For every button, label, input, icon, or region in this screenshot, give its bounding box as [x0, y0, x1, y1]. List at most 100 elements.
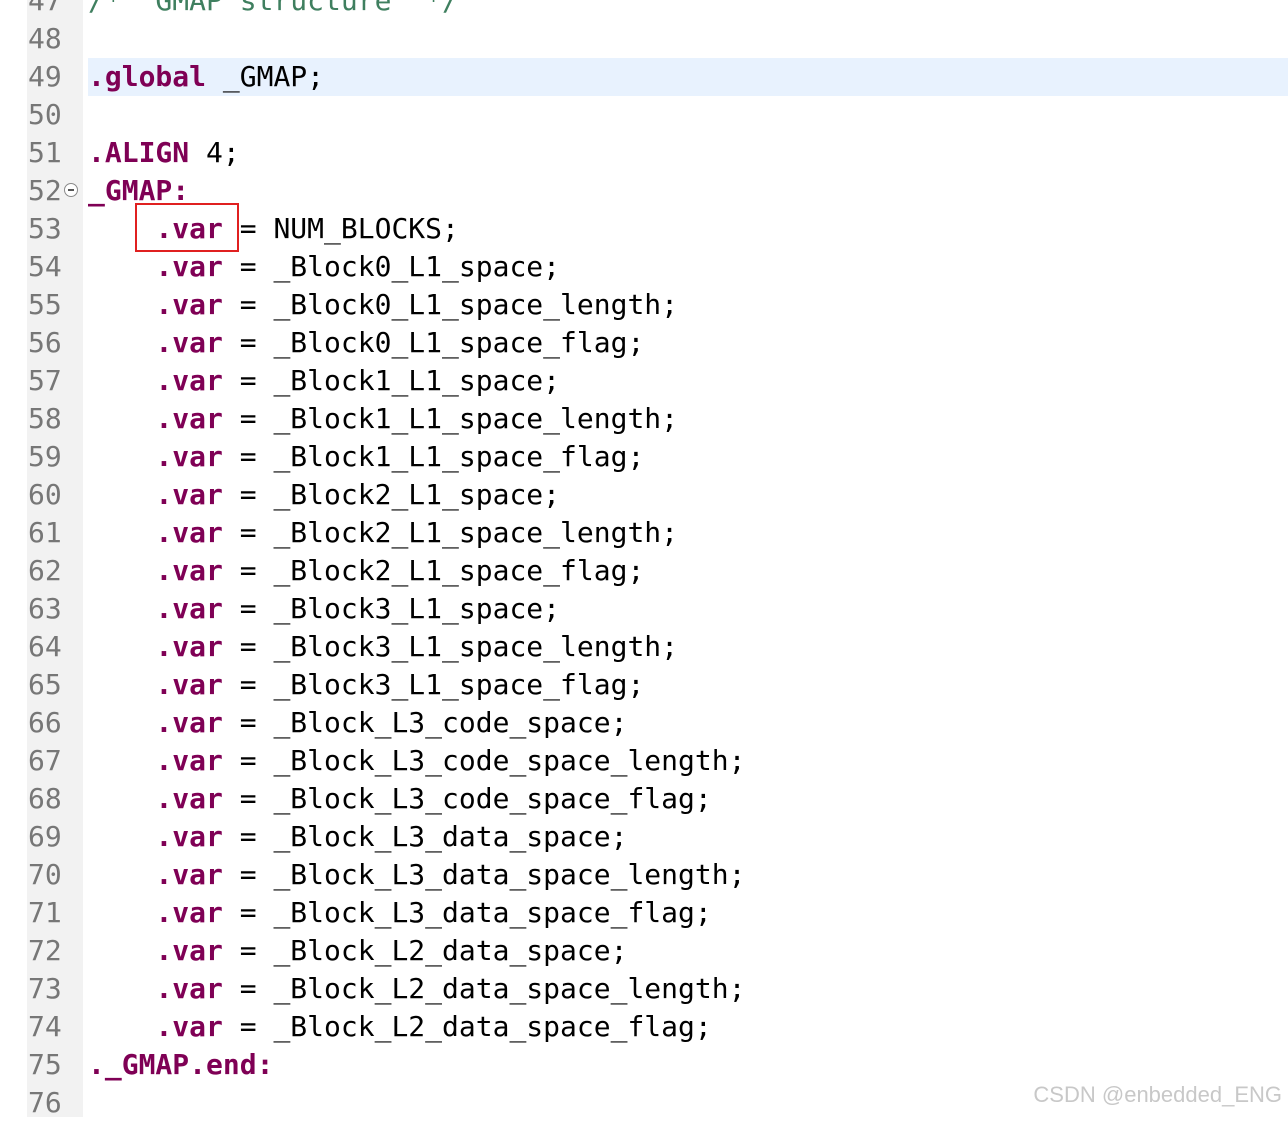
code-text[interactable]: ._GMAP.end: [88, 1046, 1288, 1084]
code-token: = _Block3_L1_space; [222, 592, 561, 625]
line-number: 47 [28, 0, 62, 17]
code-text[interactable]: .var = NUM_BLOCKS; [88, 210, 1288, 248]
code-text[interactable]: .var = _Block2_L1_space_flag; [88, 552, 1288, 590]
code-token: = _Block_L3_data_space; [222, 820, 628, 853]
code-editor[interactable]: 47 /* GMAP structure */ 48 49 .global _GMAP;… [0, 0, 1288, 1119]
code-line[interactable]: 67 .var = _Block_L3_code_space_length; [0, 742, 1288, 780]
code-text[interactable]: .var = _Block_L3_code_space; [88, 704, 1288, 742]
keyword-token: .var [155, 782, 223, 815]
code-text[interactable] [88, 96, 1288, 134]
code-text[interactable]: .ALIGN 4; [88, 134, 1288, 172]
line-number: 73 [28, 972, 62, 1005]
code-text[interactable]: .var = _Block1_L1_space; [88, 362, 1288, 400]
code-line[interactable]: 51 .ALIGN 4; [0, 134, 1288, 172]
code-text[interactable] [88, 20, 1288, 58]
highlight-annotation-box [135, 203, 239, 252]
code-line[interactable]: 62 .var = _Block2_L1_space_flag; [0, 552, 1288, 590]
code-line[interactable]: 57 .var = _Block1_L1_space; [0, 362, 1288, 400]
code-text[interactable]: .var = _Block_L3_data_space_flag; [88, 894, 1288, 932]
code-line[interactable]: 70 .var = _Block_L3_data_space_length; [0, 856, 1288, 894]
keyword-token: ._GMAP.end: [88, 1048, 274, 1081]
code-line[interactable]: 56 .var = _Block0_L1_space_flag; [0, 324, 1288, 362]
code-line[interactable]: 66 .var = _Block_L3_code_space; [0, 704, 1288, 742]
keyword-token: .var [155, 744, 223, 777]
code-text[interactable]: .var = _Block0_L1_space; [88, 248, 1288, 286]
code-line[interactable]: 49 .global _GMAP; [0, 58, 1288, 96]
code-token: = _Block0_L1_space_length; [222, 288, 679, 321]
keyword-token: .var [155, 250, 223, 283]
code-text[interactable]: .var = _Block3_L1_space_flag; [88, 666, 1288, 704]
line-number: 54 [28, 250, 62, 283]
line-number: 69 [28, 820, 62, 853]
code-text[interactable]: .var = _Block_L3_data_space; [88, 818, 1288, 856]
code-text[interactable]: .var = _Block3_L1_space; [88, 590, 1288, 628]
line-number: 75 [28, 1048, 62, 1081]
code-line[interactable]: 50 [0, 96, 1288, 134]
code-line[interactable]: 68 .var = _Block_L3_code_space_flag; [0, 780, 1288, 818]
code-text[interactable]: .var = _Block_L2_data_space; [88, 932, 1288, 970]
keyword-token: .var [155, 440, 223, 473]
code-token: = _Block_L3_code_space; [222, 706, 628, 739]
code-line[interactable]: 71 .var = _Block_L3_data_space_flag; [0, 894, 1288, 932]
code-line[interactable]: 59 .var = _Block1_L1_space_flag; [0, 438, 1288, 476]
line-number: 59 [28, 440, 62, 473]
keyword-token: .var [155, 554, 223, 587]
code-text[interactable]: .var = _Block3_L1_space_length; [88, 628, 1288, 666]
line-number: 62 [28, 554, 62, 587]
code-line[interactable]: 65 .var = _Block3_L1_space_flag; [0, 666, 1288, 704]
code-line[interactable]: 47 /* GMAP structure */ [0, 0, 1288, 20]
code-token: = _Block_L3_data_space_flag; [222, 896, 712, 929]
code-line[interactable]: 72 .var = _Block_L2_data_space; [0, 932, 1288, 970]
code-line[interactable]: 73 .var = _Block_L2_data_space_length; [0, 970, 1288, 1008]
collapse-fold-icon[interactable] [64, 183, 78, 197]
code-text[interactable]: _GMAP: [88, 172, 1288, 210]
code-text[interactable]: .var = _Block1_L1_space_flag; [88, 438, 1288, 476]
keyword-token: .var [155, 934, 223, 967]
code-line[interactable]: 58 .var = _Block1_L1_space_length; [0, 400, 1288, 438]
line-number: 64 [28, 630, 62, 663]
keyword-token: .var [155, 668, 223, 701]
code-text[interactable]: .var = _Block_L2_data_space_length; [88, 970, 1288, 1008]
code-token: = _Block0_L1_space; [222, 250, 561, 283]
line-number: 70 [28, 858, 62, 891]
code-token: = _Block_L3_code_space_length; [222, 744, 746, 777]
code-text[interactable]: .var = _Block0_L1_space_length; [88, 286, 1288, 324]
code-line[interactable]: 60 .var = _Block2_L1_space; [0, 476, 1288, 514]
code-text[interactable]: .var = _Block_L3_code_space_length; [88, 742, 1288, 780]
code-line[interactable]: 63 .var = _Block3_L1_space; [0, 590, 1288, 628]
line-number: 52 [28, 174, 62, 207]
keyword-token: .var [155, 858, 223, 891]
line-number: 55 [28, 288, 62, 321]
line-number: 58 [28, 402, 62, 435]
code-line[interactable]: 64 .var = _Block3_L1_space_length; [0, 628, 1288, 666]
code-text[interactable]: .var = _Block1_L1_space_length; [88, 400, 1288, 438]
code-line[interactable]: 54 .var = _Block0_L1_space; [0, 248, 1288, 286]
code-token: = _Block2_L1_space_flag; [222, 554, 645, 587]
code-text[interactable]: .var = _Block_L3_code_space_flag; [88, 780, 1288, 818]
code-line[interactable]: 55 .var = _Block0_L1_space_length; [0, 286, 1288, 324]
code-token: = NUM_BLOCKS; [222, 212, 459, 245]
code-line[interactable]: 69 .var = _Block_L3_data_space; [0, 818, 1288, 856]
code-text[interactable]: .global _GMAP; [88, 58, 1288, 96]
code-line[interactable]: 61 .var = _Block2_L1_space_length; [0, 514, 1288, 552]
keyword-token: .var [155, 478, 223, 511]
line-number: 72 [28, 934, 62, 967]
code-text[interactable]: .var = _Block_L2_data_space_flag; [88, 1008, 1288, 1046]
keyword-token: .var [155, 896, 223, 929]
line-number: 74 [28, 1010, 62, 1043]
code-line[interactable]: 75 ._GMAP.end: [0, 1046, 1288, 1084]
code-text[interactable]: .var = _Block_L3_data_space_length; [88, 856, 1288, 894]
code-text[interactable]: .var = _Block2_L1_space; [88, 476, 1288, 514]
code-line[interactable]: 48 [0, 20, 1288, 58]
code-text[interactable]: .var = _Block0_L1_space_flag; [88, 324, 1288, 362]
code-text[interactable]: /* GMAP structure */ [88, 0, 1288, 20]
code-line[interactable]: 74 .var = _Block_L2_data_space_flag; [0, 1008, 1288, 1046]
code-text[interactable]: .var = _Block2_L1_space_length; [88, 514, 1288, 552]
